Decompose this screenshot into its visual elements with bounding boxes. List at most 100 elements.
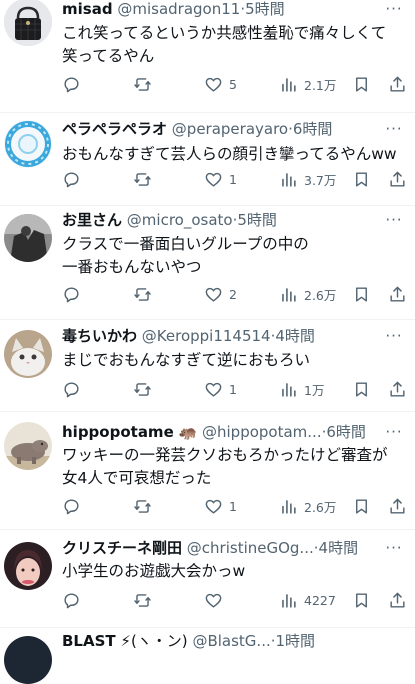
view-count: 2.6万: [304, 499, 337, 515]
timestamp[interactable]: 1時間: [276, 632, 316, 650]
views-button[interactable]: 2.6万: [279, 494, 336, 518]
retweet-button[interactable]: [133, 167, 152, 191]
user-handle[interactable]: @misadragon11: [117, 0, 240, 18]
bookmark-button[interactable]: [352, 72, 371, 96]
tweet-header: ペラペラペラオ @peraperayaro·6時間: [62, 118, 375, 140]
like-button[interactable]: [204, 588, 229, 612]
reply-button[interactable]: [62, 377, 81, 401]
bookmark-button[interactable]: [352, 588, 371, 612]
heart-icon: [205, 77, 222, 92]
reply-icon: [64, 592, 79, 608]
bookmark-button[interactable]: [352, 377, 371, 401]
avatar[interactable]: [4, 214, 52, 262]
timestamp[interactable]: 5時間: [237, 211, 277, 229]
tweet-text: これ笑ってるというか共感性羞恥で痛々しくて 笑ってるやん: [62, 22, 403, 68]
tweet[interactable]: ペラペラペラオ @peraperayaro·6時間 ··· おもんなすぎて芸人ら…: [0, 113, 415, 206]
avatar[interactable]: [4, 636, 52, 684]
tweet-header: クリスチーネ剛田 @christineGOg...·4時間: [62, 537, 375, 559]
tweet[interactable]: お里さん @micro_osato·5時間 ··· クラスで一番面白いグループの…: [0, 206, 415, 320]
timestamp[interactable]: 6時間: [293, 120, 333, 138]
display-name[interactable]: hippopotame: [62, 423, 174, 441]
views-button[interactable]: 3.7万: [279, 167, 336, 191]
like-button[interactable]: 1: [204, 167, 237, 191]
timestamp[interactable]: 6時間: [326, 423, 366, 441]
user-handle[interactable]: @BlastG...: [192, 632, 270, 650]
tweet-text-line: ワッキーの一発芸クソおもろかったけど審査が: [62, 446, 388, 464]
avatar[interactable]: [4, 542, 52, 590]
like-button[interactable]: 1: [204, 377, 237, 401]
heart-icon: [205, 172, 222, 187]
reply-icon: [64, 76, 79, 92]
name-emoji-badge: ⚡(ヽ・ン): [120, 632, 188, 650]
display-name[interactable]: 毒ちいかわ: [62, 327, 137, 345]
reply-button[interactable]: [62, 72, 81, 96]
display-name[interactable]: クリスチーネ剛田: [62, 539, 182, 557]
tweet[interactable]: hippopotame 🦛 @hippopotam...·6時間 ··· ワッキ…: [0, 412, 415, 530]
views-button[interactable]: 1万: [279, 377, 324, 401]
views-icon: [282, 593, 296, 608]
bookmark-button[interactable]: [352, 494, 371, 518]
share-button[interactable]: [388, 588, 407, 612]
views-button[interactable]: 2.1万: [279, 72, 336, 96]
reply-button[interactable]: [62, 588, 81, 612]
display-name[interactable]: misad: [62, 0, 113, 18]
tweet[interactable]: misad @misadragon11·5時間 ··· これ笑ってるというか共感…: [0, 0, 415, 113]
share-button[interactable]: [388, 72, 407, 96]
avatar[interactable]: [4, 0, 52, 46]
timestamp[interactable]: 5時間: [245, 0, 285, 18]
reply-button[interactable]: [62, 494, 81, 518]
like-button[interactable]: 2: [204, 282, 237, 306]
display-name[interactable]: BLAST: [62, 632, 116, 650]
more-icon[interactable]: ···: [383, 2, 405, 24]
like-button[interactable]: 5: [204, 72, 237, 96]
heart-icon: [205, 382, 222, 397]
tweet-header: BLAST ⚡(ヽ・ン) @BlastG...·1時間: [62, 630, 375, 652]
retweet-button[interactable]: [133, 72, 152, 96]
tweet-text: 小学生のお遊戯大会かっw: [62, 560, 403, 583]
reply-button[interactable]: [62, 167, 81, 191]
hippo-emoji-icon: 🦛: [178, 423, 198, 441]
heart-icon: [205, 593, 222, 608]
avatar[interactable]: [4, 120, 52, 168]
retweet-icon: [134, 593, 151, 607]
retweet-button[interactable]: [133, 282, 152, 306]
like-count: 1: [229, 498, 237, 514]
tweet[interactable]: クリスチーネ剛田 @christineGOg...·4時間 ··· 小学生のお遊…: [0, 530, 415, 628]
avatar[interactable]: [4, 330, 52, 378]
more-icon[interactable]: ···: [383, 213, 405, 235]
share-button[interactable]: [388, 494, 407, 518]
action-bar: 5 2.1万: [62, 72, 415, 96]
retweet-icon: [134, 287, 151, 301]
views-button[interactable]: 4227: [279, 588, 336, 612]
tweet[interactable]: BLAST ⚡(ヽ・ン) @BlastG...·1時間: [0, 628, 415, 684]
user-handle[interactable]: @christineGOg...: [187, 539, 314, 557]
user-handle[interactable]: @hippopotam...: [202, 423, 322, 441]
avatar[interactable]: [4, 422, 52, 470]
tweet-text-line: 一番おもんないやつ: [62, 258, 202, 276]
more-icon[interactable]: ···: [383, 122, 405, 144]
bookmark-icon: [356, 171, 367, 187]
views-button[interactable]: 2.6万: [279, 282, 336, 306]
share-button[interactable]: [388, 167, 407, 191]
share-icon: [390, 286, 405, 302]
retweet-button[interactable]: [133, 588, 152, 612]
user-handle[interactable]: @Keroppi114514: [142, 327, 271, 345]
bookmark-button[interactable]: [352, 167, 371, 191]
display-name[interactable]: お里さん: [62, 211, 122, 229]
share-button[interactable]: [388, 282, 407, 306]
tweet[interactable]: 毒ちいかわ @Keroppi114514·4時間 ··· まじでおもんなすぎて逆…: [0, 320, 415, 412]
user-handle[interactable]: @micro_osato: [127, 211, 233, 229]
user-handle[interactable]: @peraperayaro: [172, 120, 288, 138]
timestamp[interactable]: 4時間: [275, 327, 315, 345]
share-button[interactable]: [388, 377, 407, 401]
retweet-button[interactable]: [133, 494, 152, 518]
reply-button[interactable]: [62, 282, 81, 306]
share-icon: [390, 498, 405, 514]
timestamp[interactable]: 4時間: [319, 539, 359, 557]
tweet-text-line: 女4人で可哀想だった: [62, 469, 212, 487]
bookmark-button[interactable]: [352, 282, 371, 306]
retweet-button[interactable]: [133, 377, 152, 401]
display-name[interactable]: ペラペラペラオ: [62, 120, 167, 138]
like-button[interactable]: 1: [204, 494, 237, 518]
more-icon[interactable]: ···: [383, 329, 405, 351]
